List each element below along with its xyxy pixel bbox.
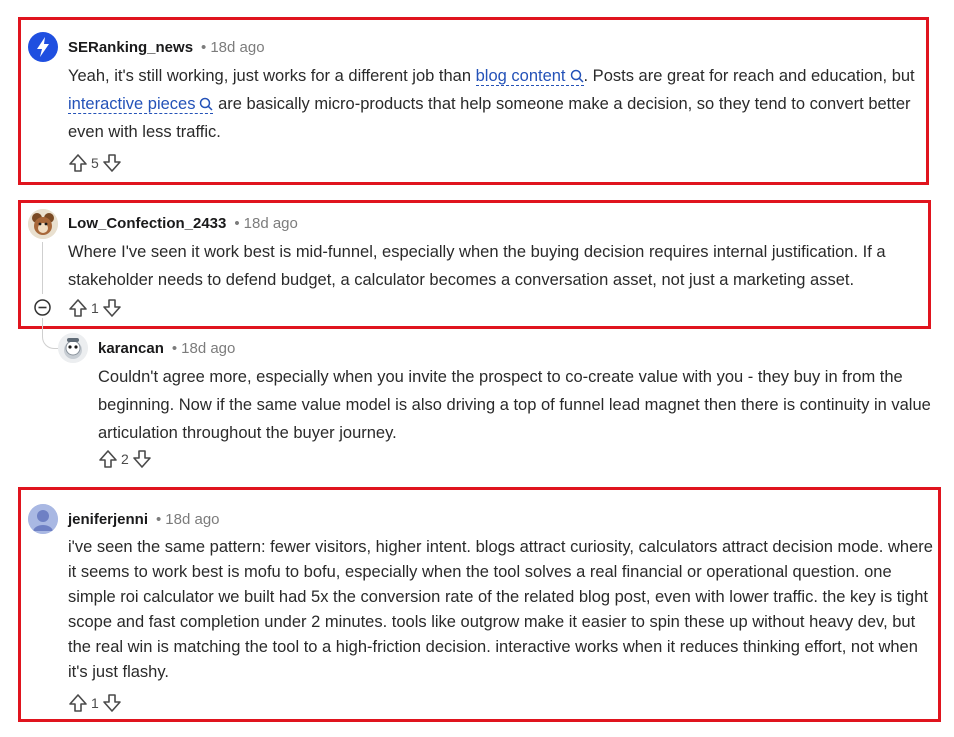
vote-score: 5 xyxy=(91,155,99,171)
search-link-blog-content[interactable]: blog content xyxy=(475,67,584,86)
downvote-icon[interactable] xyxy=(132,449,152,469)
comment-body: Couldn't agree more, especially when you… xyxy=(98,368,931,442)
vote-score: 2 xyxy=(121,451,129,467)
downvote-icon[interactable] xyxy=(102,298,122,318)
search-icon xyxy=(200,97,214,111)
collapse-thread-icon[interactable] xyxy=(34,299,51,316)
upvote-icon[interactable] xyxy=(68,153,88,173)
search-link-interactive-pieces[interactable]: interactive pieces xyxy=(68,95,214,114)
meta-separator: • xyxy=(156,511,162,528)
meta-separator: • xyxy=(234,215,240,232)
thread-line xyxy=(42,242,43,294)
downvote-icon[interactable] xyxy=(102,153,122,173)
comment-timestamp[interactable]: 18d ago xyxy=(181,340,235,357)
comment-body: Yeah, it's still working, just works for… xyxy=(68,67,915,141)
meta-separator: • xyxy=(171,340,178,357)
comment-author[interactable]: Low_Confection_2433 xyxy=(68,215,226,232)
vote-bar: 2 xyxy=(98,447,152,471)
upvote-icon[interactable] xyxy=(68,298,88,318)
search-icon xyxy=(570,69,584,83)
comment-body: Where I've seen it work best is mid-funn… xyxy=(68,243,886,289)
avatar[interactable] xyxy=(28,504,58,534)
vote-bar: 1 xyxy=(68,691,122,715)
snoo-avatar-icon xyxy=(28,209,58,239)
vote-bar: 5 xyxy=(68,151,122,175)
upvote-icon[interactable] xyxy=(68,693,88,713)
avatar[interactable] xyxy=(28,32,58,62)
comment-timestamp[interactable]: 18d ago xyxy=(244,215,298,232)
meta-separator: • xyxy=(201,39,207,56)
vote-score: 1 xyxy=(91,300,99,316)
comment-author[interactable]: karancan xyxy=(98,340,164,357)
upvote-icon[interactable] xyxy=(98,449,118,469)
snoo-avatar-icon xyxy=(58,333,88,363)
downvote-icon[interactable] xyxy=(102,693,122,713)
avatar[interactable] xyxy=(58,333,88,363)
lightning-bolt-icon xyxy=(37,37,49,57)
comment-author[interactable]: jeniferjenni xyxy=(68,511,148,528)
vote-score: 1 xyxy=(91,695,99,711)
avatar[interactable] xyxy=(28,209,58,239)
vote-bar: 1 xyxy=(68,296,122,320)
comment-author[interactable]: SERanking_news xyxy=(68,39,193,56)
default-snoo-icon xyxy=(28,504,58,534)
comment-body: i've seen the same pattern: fewer visito… xyxy=(68,538,933,681)
comment-timestamp[interactable]: 18d ago xyxy=(210,39,264,56)
comment-timestamp[interactable]: 18d ago xyxy=(165,511,219,528)
